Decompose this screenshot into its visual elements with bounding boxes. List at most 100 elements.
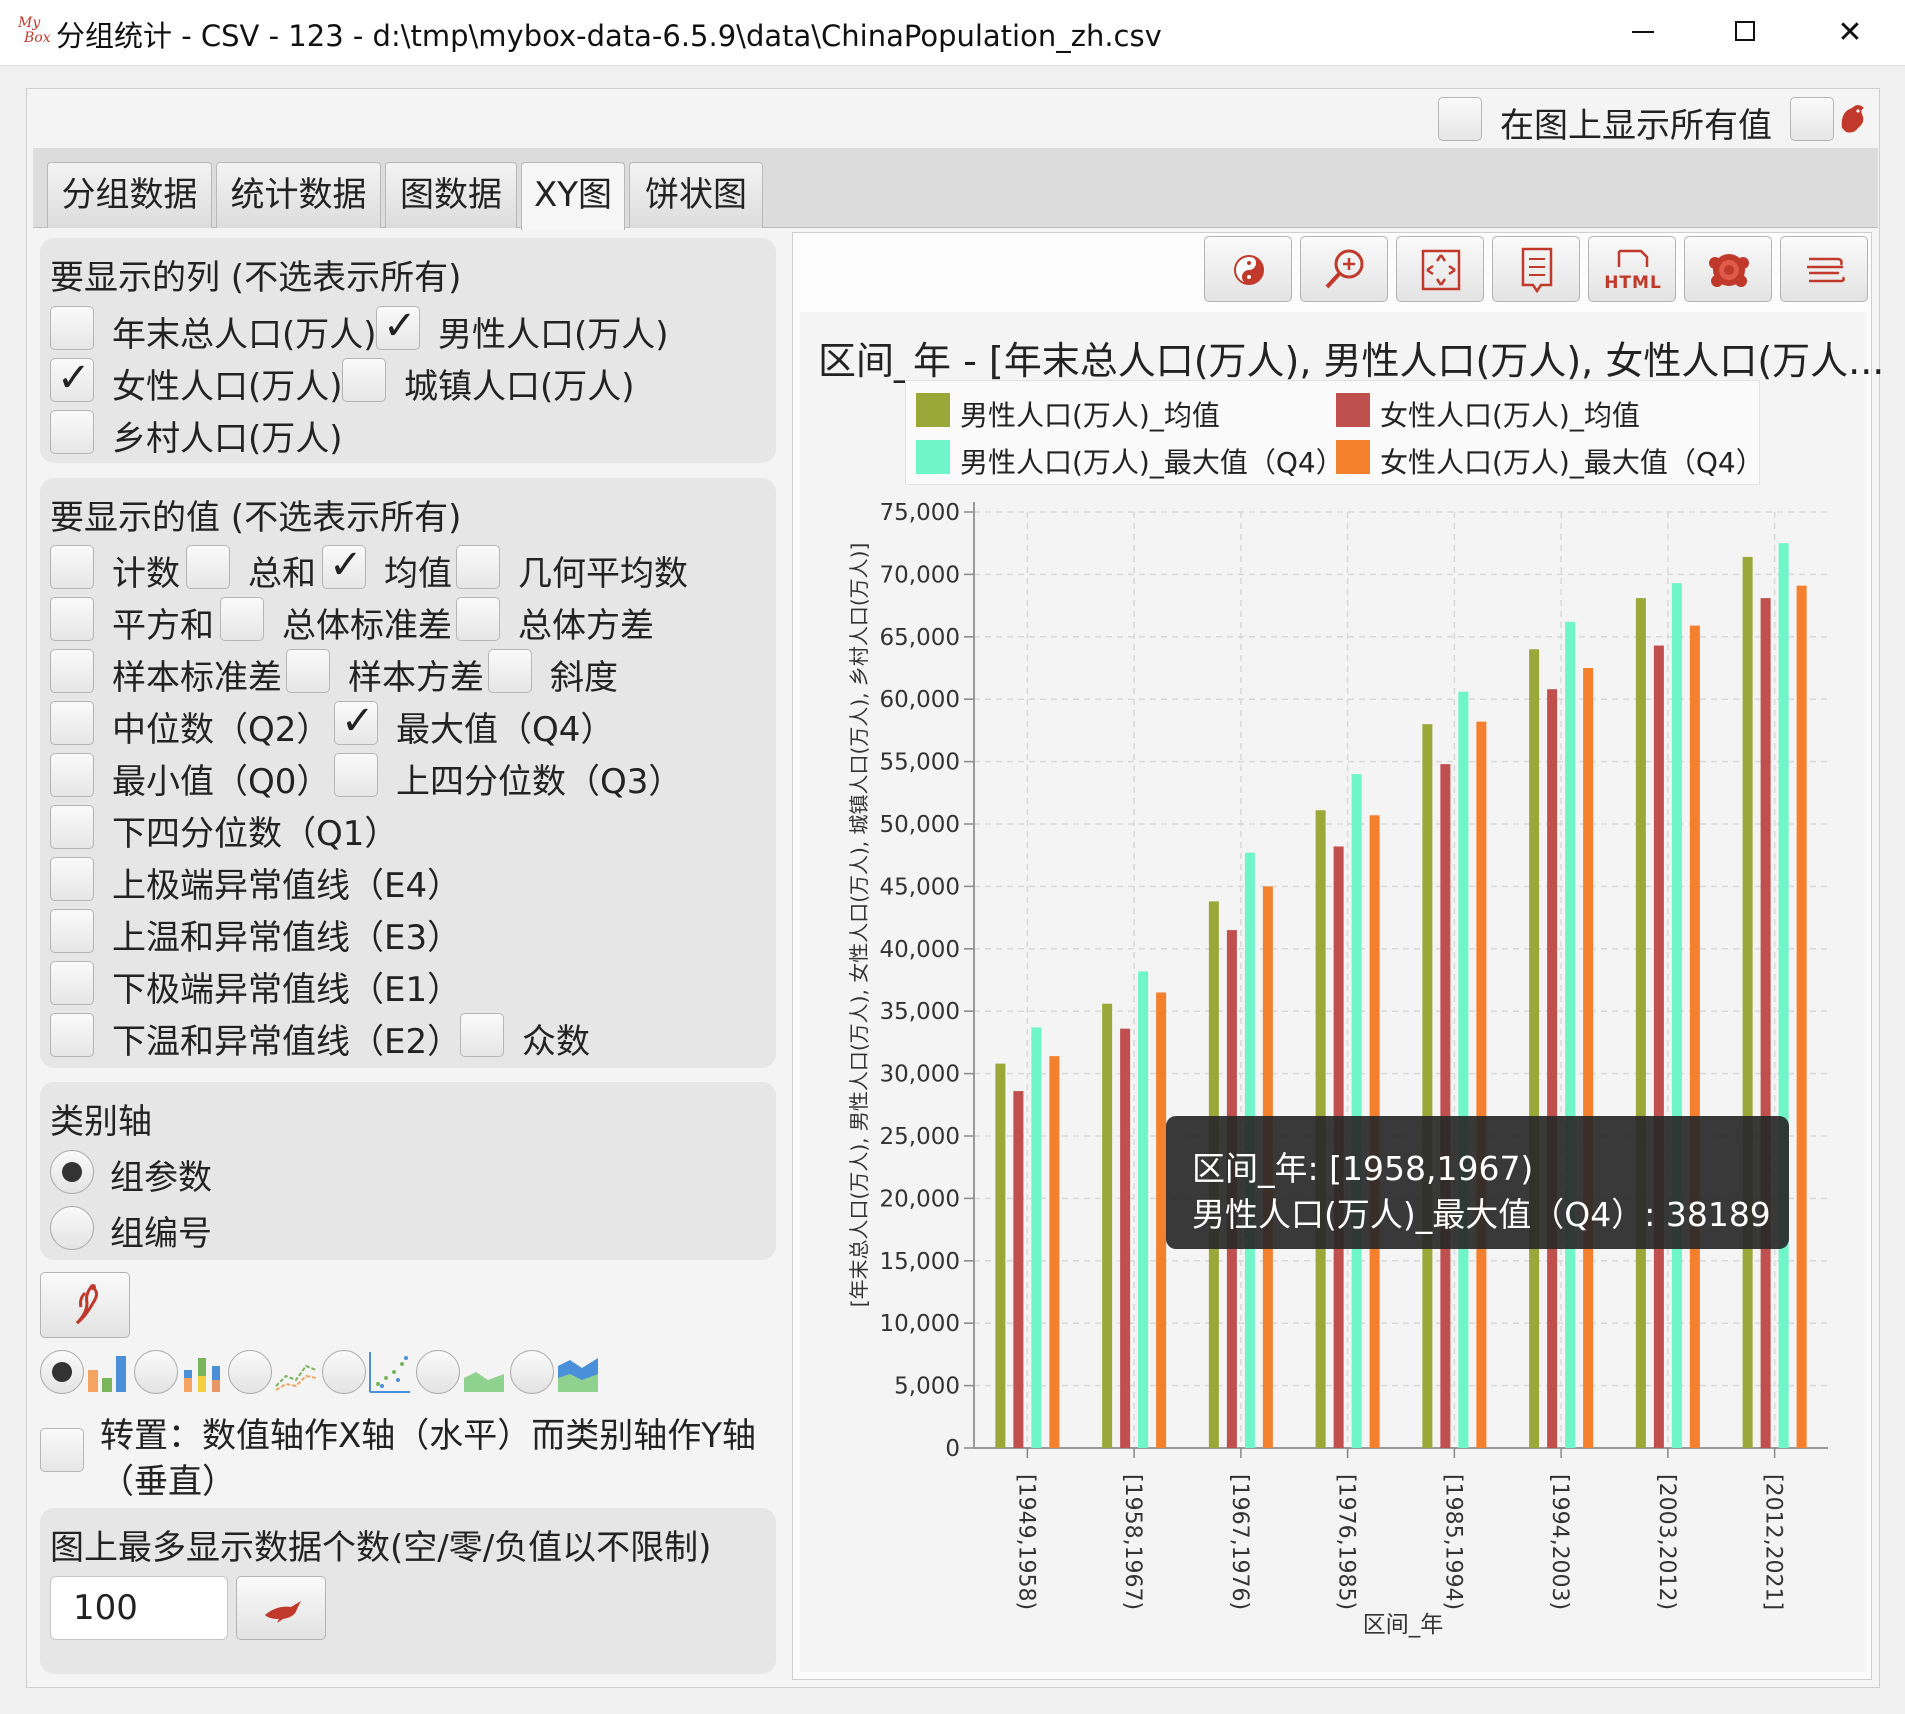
value-checkbox-q1[interactable] xyxy=(50,805,94,849)
column-checkbox-rural[interactable] xyxy=(50,410,94,454)
value-checkbox-sumsq[interactable] xyxy=(50,597,94,641)
maximize-button[interactable] xyxy=(1735,21,1755,41)
toolbar-button-html[interactable]: HTML xyxy=(1588,236,1676,302)
value-label-q3: 上四分位数（Q3） xyxy=(396,762,683,802)
bar xyxy=(1742,556,1753,1448)
bar xyxy=(1529,649,1540,1448)
transpose-checkbox[interactable] xyxy=(40,1428,84,1472)
legend-label-1: 男性人口(万人)_均值 xyxy=(960,399,1220,432)
toolbar-button-popup[interactable] xyxy=(1684,236,1772,302)
y-tick-label: 35,000 xyxy=(880,999,960,1025)
tab-pie-chart[interactable]: 饼状图 xyxy=(629,162,763,228)
chart-type-radio-scatter[interactable] xyxy=(322,1350,366,1394)
logo-text-top: My xyxy=(18,15,41,31)
value-checkbox-mean[interactable] xyxy=(322,542,366,589)
value-label-e2: 下温和异常值线（E2） xyxy=(112,1022,462,1062)
logo-text-bottom: Box xyxy=(24,30,51,46)
value-checkbox-mode[interactable] xyxy=(460,1013,504,1057)
chart-type-radio-stacked-area[interactable] xyxy=(510,1350,554,1394)
value-checkbox-e1[interactable] xyxy=(50,961,94,1005)
max-data-input[interactable]: 100 xyxy=(50,1576,228,1640)
value-checkbox-q3[interactable] xyxy=(334,753,378,797)
value-checkbox-pop-stddev[interactable] xyxy=(220,597,264,641)
column-checkbox-female[interactable] xyxy=(50,355,94,402)
legend-swatch-3 xyxy=(916,440,950,474)
value-checkbox-median[interactable] xyxy=(50,701,94,745)
toolbar-button-style[interactable] xyxy=(1204,236,1292,302)
y-tick-label: 65,000 xyxy=(880,625,960,651)
column-checkbox-male[interactable] xyxy=(376,303,420,350)
radio-group-number[interactable] xyxy=(50,1206,94,1250)
chart-type-radio-area[interactable] xyxy=(416,1350,460,1394)
toolbar-button-zoom[interactable] xyxy=(1300,236,1388,302)
rooster-icon[interactable] xyxy=(1836,98,1870,142)
tab-grouped-data[interactable]: 分组数据 xyxy=(47,162,212,228)
bar xyxy=(1422,724,1433,1448)
bar xyxy=(1671,583,1682,1448)
bar xyxy=(1351,774,1362,1448)
apply-max-data-button[interactable] xyxy=(236,1576,326,1640)
value-checkbox-sum[interactable] xyxy=(186,545,230,589)
y-tick-label: 25,000 xyxy=(880,1124,960,1150)
value-checkbox-e4[interactable] xyxy=(50,857,94,901)
column-checkbox-urban[interactable] xyxy=(342,358,386,402)
legend-swatch-2 xyxy=(1336,393,1370,427)
extra-toggle-checkbox[interactable] xyxy=(1790,97,1834,141)
value-label-e1: 下极端异常值线（E1） xyxy=(112,970,462,1010)
bar xyxy=(1013,1091,1024,1448)
y-tick-label: 75,000 xyxy=(880,500,960,526)
value-label-sumsq: 平方和 xyxy=(112,606,214,646)
radio-label-group-number: 组编号 xyxy=(110,1214,212,1254)
value-label-max: 最大值（Q4） xyxy=(396,710,615,750)
x-tick-label: [2012,2021] xyxy=(1761,1474,1786,1610)
bar xyxy=(1760,598,1771,1448)
stacked-bar-chart-icon xyxy=(184,1358,220,1392)
chart-type-radio-line[interactable] xyxy=(228,1350,272,1394)
value-checkbox-count[interactable] xyxy=(50,545,94,589)
x-axis-label: 区间_年 xyxy=(1363,1612,1444,1638)
x-tick-label: [2003,2012) xyxy=(1654,1474,1679,1610)
menu-icon xyxy=(1807,257,1845,283)
tab-chart-data[interactable]: 图数据 xyxy=(385,162,517,228)
tab-statistics[interactable]: 统计数据 xyxy=(216,162,381,228)
show-all-values-checkbox[interactable] xyxy=(1438,97,1482,141)
y-tick-label: 70,000 xyxy=(880,562,960,588)
value-checkbox-e3[interactable] xyxy=(50,909,94,953)
close-button[interactable]: ✕ xyxy=(1815,8,1885,58)
value-checkbox-pop-variance[interactable] xyxy=(456,597,500,641)
x-tick-label: [1967,1976) xyxy=(1227,1474,1252,1610)
toolbar-button-menu[interactable] xyxy=(1780,236,1868,302)
value-checkbox-geomean[interactable] xyxy=(456,545,500,589)
x-tick-label: [1976,1985) xyxy=(1334,1474,1359,1610)
redraw-button[interactable] xyxy=(40,1272,130,1338)
value-checkbox-sample-variance[interactable] xyxy=(286,649,330,693)
tab-xy-chart[interactable]: XY图 xyxy=(521,162,625,232)
title-bar: My Box 分组统计 - CSV - 123 - d:\tmp\mybox-d… xyxy=(0,0,1905,66)
y-tick-label: 0 xyxy=(945,1436,960,1462)
bar xyxy=(1635,598,1646,1448)
value-checkbox-min[interactable] xyxy=(50,753,94,797)
column-label-urban: 城镇人口(万人) xyxy=(404,367,635,407)
value-checkbox-max[interactable] xyxy=(334,698,378,745)
value-label-mean: 均值 xyxy=(384,554,452,594)
columns-section-title: 要显示的列 (不选表示所有) xyxy=(50,258,462,298)
column-checkbox-total[interactable] xyxy=(50,306,94,350)
value-checkbox-skewness[interactable] xyxy=(488,649,532,693)
toolbar-button-data[interactable] xyxy=(1492,236,1580,302)
minimize-button[interactable] xyxy=(1632,31,1654,33)
scatter-chart-icon xyxy=(369,1352,410,1393)
value-checkbox-e2[interactable] xyxy=(50,1013,94,1057)
value-label-sample-stddev: 样本标准差 xyxy=(112,658,282,698)
value-checkbox-sample-stddev[interactable] xyxy=(50,649,94,693)
y-tick-label: 15,000 xyxy=(880,1249,960,1275)
bar-chart: 0 5,000 10,000 15,000 20,000 25,000 30,000 35,0… xyxy=(847,500,1828,1638)
radio-group-parameter[interactable] xyxy=(50,1150,94,1194)
chart-type-radio-bar[interactable] xyxy=(40,1350,84,1394)
value-label-min: 最小值（Q0） xyxy=(112,762,331,802)
bar xyxy=(1138,971,1149,1448)
toolbar-button-fit[interactable] xyxy=(1396,236,1484,302)
bird-icon xyxy=(265,1601,301,1623)
chart-title: 区间_年 - [年末总人口(万人), 男性人口(万人), 女性人口(万人... xyxy=(818,339,1885,383)
legend-swatch-1 xyxy=(916,393,950,427)
chart-type-radio-stacked-bar[interactable] xyxy=(134,1350,178,1394)
